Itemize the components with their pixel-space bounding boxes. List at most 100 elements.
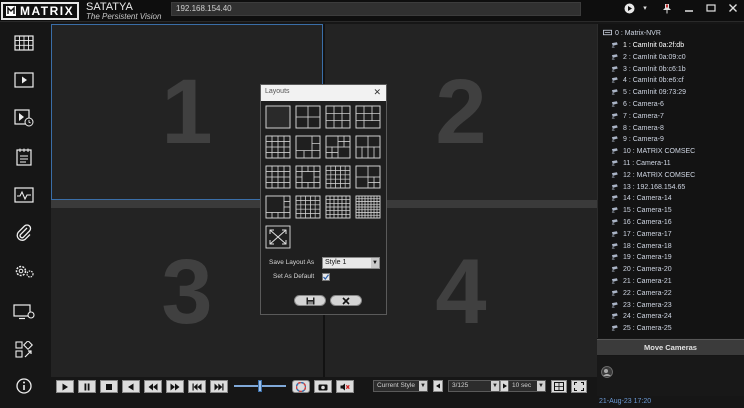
minimize-icon[interactable] bbox=[682, 3, 696, 15]
camera-list-label: 22 : Camera-22 bbox=[623, 289, 672, 297]
dialog-close-icon[interactable]: ✕ bbox=[373, 87, 381, 97]
camera-list-item[interactable]: 13 : 192.168.154.65 bbox=[611, 182, 685, 193]
dropdown-icon[interactable]: ▾ bbox=[638, 3, 652, 15]
move-cameras-button[interactable]: Move Cameras bbox=[597, 339, 744, 355]
layout-option-7[interactable] bbox=[325, 135, 351, 159]
camera-list-item[interactable]: 25 : Camera-25 bbox=[611, 323, 672, 334]
save-layout-button[interactable] bbox=[294, 295, 326, 306]
camera-list-item[interactable]: 20 : Camera-20 bbox=[611, 264, 672, 275]
settings-icon[interactable] bbox=[12, 260, 36, 282]
camera-list-label: 24 : Camera-24 bbox=[623, 313, 672, 321]
camera-list-item[interactable]: 10 : MATRIX COMSEC bbox=[611, 146, 695, 157]
maximize-icon[interactable] bbox=[704, 3, 718, 15]
camera-list-item[interactable]: 18 : Camera-18 bbox=[611, 241, 672, 252]
attachment-icon[interactable] bbox=[12, 222, 36, 244]
ptz-control-icon[interactable] bbox=[601, 366, 613, 378]
layout-option-1[interactable] bbox=[265, 105, 291, 129]
pause-button[interactable] bbox=[78, 380, 96, 393]
device-root-label: 0 : Matrix-NVR bbox=[615, 30, 661, 37]
system-health-icon[interactable] bbox=[12, 184, 36, 206]
device-root[interactable]: 0 : Matrix-NVR bbox=[603, 28, 661, 39]
camera-list-item[interactable]: 9 : Camera-9 bbox=[611, 134, 664, 145]
camera-list-label: 8 : Camera-8 bbox=[623, 124, 664, 132]
pin-icon[interactable] bbox=[660, 3, 674, 15]
camera-icon bbox=[611, 77, 618, 83]
camera-list-item[interactable]: 2 : CamInit 0a:09:c0 bbox=[611, 52, 686, 63]
page-prev-button[interactable] bbox=[433, 380, 443, 392]
status-datetime: 21-Aug-23 17:20 bbox=[599, 398, 652, 405]
layouts-dialog: Layouts ✕ Save Layout As Style 1 ▼ Set A… bbox=[260, 84, 387, 315]
color-adjust-button[interactable] bbox=[292, 380, 310, 393]
camera-list-item[interactable]: 23 : Camera-23 bbox=[611, 300, 672, 311]
layout-option-5[interactable] bbox=[265, 135, 291, 159]
layout-option-14[interactable] bbox=[295, 195, 321, 219]
skip-forward-button[interactable] bbox=[210, 380, 228, 393]
camera-icon bbox=[611, 113, 618, 119]
rewind-button[interactable] bbox=[144, 380, 162, 393]
display-settings-icon[interactable] bbox=[12, 301, 36, 323]
camera-list-item[interactable]: 3 : CamInit 0b:c6:1b bbox=[611, 64, 686, 75]
camera-list-item[interactable]: 24 : Camera-24 bbox=[611, 311, 672, 322]
layout-option-9[interactable] bbox=[265, 165, 291, 189]
camera-list-item[interactable]: 11 : Camera-11 bbox=[611, 158, 671, 169]
layout-option-10[interactable] bbox=[295, 165, 321, 189]
sequence-button[interactable] bbox=[551, 380, 567, 393]
stop-button[interactable] bbox=[100, 380, 118, 393]
layout-option-2[interactable] bbox=[295, 105, 321, 129]
camera-list-item[interactable]: 7 : Camera-7 bbox=[611, 111, 664, 122]
layout-option-13[interactable] bbox=[265, 195, 291, 219]
play-button[interactable] bbox=[56, 380, 74, 393]
layout-option-12[interactable] bbox=[355, 165, 381, 189]
camera-list-label: 2 : CamInit 0a:09:c0 bbox=[623, 53, 686, 61]
camera-list-item[interactable]: 22 : Camera-22 bbox=[611, 288, 672, 299]
camera-list-item[interactable]: 21 : Camera-21 bbox=[611, 276, 672, 287]
camera-list-item[interactable]: 12 : MATRIX COMSEC bbox=[611, 170, 695, 181]
tools-icon[interactable] bbox=[12, 339, 36, 361]
layout-option-16[interactable] bbox=[355, 195, 381, 219]
camera-list-item[interactable]: 14 : Camera-14 bbox=[611, 193, 672, 204]
sequence-interval-select[interactable]: 10 sec ▼ bbox=[508, 380, 546, 392]
camera-list-item[interactable]: 6 : Camera-6 bbox=[611, 99, 664, 110]
server-address-field[interactable]: 192.168.154.40 bbox=[171, 2, 581, 16]
bottom-toolbar: Current Style ▼ 3/125 ▼ 10 sec ▼ bbox=[51, 377, 597, 408]
layout-option-15[interactable] bbox=[325, 195, 351, 219]
set-default-checkbox[interactable] bbox=[322, 273, 330, 281]
fullscreen-button[interactable] bbox=[571, 380, 587, 393]
skip-back-button[interactable] bbox=[188, 380, 206, 393]
layout-option-3[interactable] bbox=[325, 105, 351, 129]
reverse-play-button[interactable] bbox=[122, 380, 140, 393]
layout-style-select[interactable]: Current Style ▼ bbox=[373, 380, 428, 392]
live-view-grid-icon[interactable] bbox=[12, 32, 36, 54]
camera-list-item[interactable]: 1 : CamInit 0a:2f:db bbox=[611, 40, 684, 51]
timeline-playback-icon[interactable] bbox=[12, 107, 36, 129]
snapshot-button[interactable] bbox=[314, 380, 332, 393]
layout-option-11[interactable] bbox=[325, 165, 351, 189]
camera-list-item[interactable]: 17 : Camera-17 bbox=[611, 229, 672, 240]
camera-list-item[interactable]: 16 : Camera-16 bbox=[611, 217, 672, 228]
camera-icon bbox=[611, 172, 618, 178]
camera-list-label: 20 : Camera-20 bbox=[623, 266, 672, 274]
cancel-layout-button[interactable] bbox=[330, 295, 362, 306]
event-log-icon[interactable] bbox=[12, 146, 36, 168]
camera-list-item[interactable]: 19 : Camera-19 bbox=[611, 252, 672, 263]
fast-forward-button[interactable] bbox=[166, 380, 184, 393]
camera-list-item[interactable]: 4 : CamInit 0b:e6:cf bbox=[611, 75, 684, 86]
camera-list-item[interactable]: 15 : Camera-15 bbox=[611, 205, 672, 216]
camera-list-item[interactable]: 5 : CamInit 09:73:29 bbox=[611, 87, 686, 98]
playback-icon[interactable] bbox=[12, 69, 36, 91]
close-icon[interactable] bbox=[726, 3, 740, 15]
speed-slider-handle[interactable] bbox=[258, 380, 262, 392]
page-select[interactable]: 3/125 ▼ bbox=[448, 380, 500, 392]
audio-mute-button[interactable] bbox=[336, 380, 354, 393]
save-layout-select[interactable]: Style 1 ▼ bbox=[322, 257, 380, 269]
save-layout-value: Style 1 bbox=[325, 259, 347, 266]
device-info-area bbox=[597, 356, 744, 396]
camera-list-item[interactable]: 8 : Camera-8 bbox=[611, 123, 664, 134]
set-default-label: Set As Default bbox=[273, 273, 315, 280]
info-icon[interactable] bbox=[12, 375, 36, 397]
layout-option-8[interactable] bbox=[355, 135, 381, 159]
play-circle-icon[interactable] bbox=[622, 3, 636, 15]
layout-option-4[interactable] bbox=[355, 105, 381, 129]
layout-option-6[interactable] bbox=[295, 135, 321, 159]
expand-layout-icon[interactable] bbox=[265, 225, 291, 249]
